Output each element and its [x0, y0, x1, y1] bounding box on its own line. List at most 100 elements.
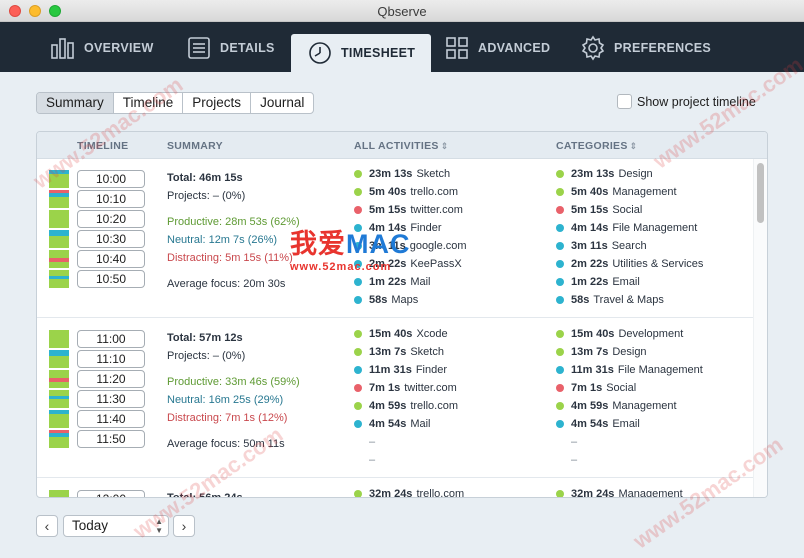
category-item[interactable]: 4m 14s File Management	[556, 222, 697, 234]
sort-icon: ⇕	[629, 141, 638, 151]
next-day-button[interactable]: ›	[173, 515, 195, 537]
activity-item-time: 32m 24s	[369, 488, 413, 498]
activity-item[interactable]: 23m 13s Sketch	[354, 168, 450, 180]
time-slot-button[interactable]: 11:30	[77, 390, 145, 408]
status-dot-icon	[556, 206, 564, 214]
activity-item[interactable]: 5m 40s trello.com	[354, 186, 458, 198]
activity-item[interactable]: 3m 11s google.com	[354, 240, 467, 252]
header-all-activities[interactable]: ALL ACTIVITIES ⇕	[354, 140, 449, 152]
category-item-time: 13m 7s	[571, 346, 609, 358]
time-slot-button[interactable]: 11:10	[77, 350, 145, 368]
segment-projects[interactable]: Projects	[183, 93, 252, 113]
activity-item-time: 58s	[369, 294, 388, 306]
time-slot-button[interactable]: 11:50	[77, 430, 145, 448]
activity-item[interactable]: 1m 22s Mail	[354, 276, 430, 288]
summary-total: Total: 56m 24s	[167, 492, 243, 498]
block-separator	[37, 477, 755, 478]
timeline-bar-segment	[49, 174, 69, 188]
status-dot-icon	[556, 188, 564, 196]
category-item[interactable]: 32m 24s Management	[556, 488, 683, 497]
category-item[interactable]: 23m 13s Design	[556, 168, 653, 180]
category-item[interactable]: 4m 59s Management	[556, 400, 677, 412]
activity-item[interactable]: 58s Maps	[354, 294, 418, 306]
tab-details[interactable]: DETAILS	[186, 34, 275, 62]
activity-item[interactable]: 11m 31s Finder	[354, 364, 447, 376]
activity-item[interactable]: 2m 22s KeePassX	[354, 258, 462, 270]
show-project-timeline-checkbox[interactable]	[617, 94, 632, 109]
timeline-bar	[49, 350, 69, 368]
header-categories[interactable]: CATEGORIES ⇕	[556, 140, 638, 152]
time-slot-button[interactable]: 10:30	[77, 230, 145, 248]
activity-item[interactable]: 5m 15s twitter.com	[354, 204, 463, 216]
category-item-name: File Management	[612, 222, 698, 234]
time-slot-button[interactable]: 12:00	[77, 490, 145, 497]
block-separator	[37, 317, 755, 318]
show-project-timeline-option[interactable]: Show project timeline	[617, 94, 756, 109]
category-item[interactable]: 58s Travel & Maps	[556, 294, 664, 306]
time-slot-button[interactable]: 10:40	[77, 250, 145, 268]
tab-overview[interactable]: OVERVIEW	[50, 34, 154, 62]
activity-item-name: KeePassX	[410, 258, 462, 270]
activity-item[interactable]: 15m 40s Xcode	[354, 328, 448, 340]
time-slot-button[interactable]: 10:00	[77, 170, 145, 188]
timeline-bar	[49, 330, 69, 348]
category-item[interactable]: 2m 22s Utilities & Services	[556, 258, 703, 270]
segment-journal[interactable]: Journal	[251, 93, 313, 113]
status-dot-icon	[556, 242, 564, 250]
category-item[interactable]: 5m 15s Social	[556, 204, 642, 216]
category-item[interactable]: 13m 7s Design	[556, 346, 647, 358]
activity-item-name: Sketch	[410, 346, 444, 358]
category-item[interactable]: 4m 54s Email	[556, 418, 640, 430]
activity-item-time: 4m 54s	[369, 418, 407, 430]
time-slot-button[interactable]: 10:20	[77, 210, 145, 228]
status-dot-icon	[354, 206, 362, 214]
timeline-bar-segment	[49, 490, 69, 497]
activity-item[interactable]: 4m 59s trello.com	[354, 400, 458, 412]
timeline-bar-segment	[49, 250, 69, 258]
date-select[interactable]: Today ▲ ▼	[63, 515, 169, 537]
timeline-bar-segment	[49, 210, 69, 228]
time-slot-button[interactable]: 10:10	[77, 190, 145, 208]
table-header: TIMELINE SUMMARY ALL ACTIVITIES ⇕ CATEGOR…	[37, 132, 767, 159]
activity-item-name: Mail	[410, 418, 431, 430]
summary-neutral: Neutral: 16m 25s (29%)	[167, 394, 284, 406]
status-dot-icon	[556, 402, 564, 410]
timeline-bar-segment	[49, 382, 69, 388]
header-categories-label: CATEGORIES	[556, 140, 628, 152]
time-slot-button[interactable]: 11:00	[77, 330, 145, 348]
time-slot-button[interactable]: 11:20	[77, 370, 145, 388]
tab-timesheet[interactable]: TIMESHEET	[291, 34, 432, 72]
view-segmented-control: Summary Timeline Projects Journal	[36, 92, 315, 114]
vertical-scrollbar[interactable]	[753, 159, 767, 497]
tab-timesheet-label: TIMESHEET	[341, 46, 416, 60]
category-item[interactable]: 3m 11s Search	[556, 240, 647, 252]
category-item-time: 11m 31s	[571, 364, 614, 376]
activity-item-name: twitter.com	[404, 382, 457, 394]
category-item[interactable]: 7m 1s Social	[556, 382, 636, 394]
chevron-updown-icon: ▲ ▼	[155, 517, 163, 535]
timeline-bar	[49, 250, 69, 268]
activity-item[interactable]: 7m 1s twitter.com	[354, 382, 457, 394]
segment-summary[interactable]: Summary	[37, 93, 114, 113]
category-item[interactable]: 5m 40s Management	[556, 186, 677, 198]
category-item[interactable]: 1m 22s Email	[556, 276, 640, 288]
activity-item[interactable]: 32m 24s trello.com	[354, 488, 464, 498]
time-slot-button[interactable]: 10:50	[77, 270, 145, 288]
activity-item-time: 7m 1s	[369, 382, 401, 394]
tab-preferences[interactable]: PREFERENCES	[580, 34, 711, 62]
activity-item[interactable]: 4m 14s Finder	[354, 222, 442, 234]
activity-item[interactable]: 13m 7s Sketch	[354, 346, 444, 358]
scrollbar-thumb[interactable]	[757, 163, 764, 223]
status-dot-icon	[354, 402, 362, 410]
activity-item-name: google.com	[409, 240, 467, 252]
segment-timeline[interactable]: Timeline	[114, 93, 184, 113]
category-item[interactable]: 11m 31s File Management	[556, 364, 703, 376]
clock-icon	[309, 42, 331, 64]
timeline-bar-segment	[49, 414, 69, 428]
previous-day-button[interactable]: ‹	[36, 515, 58, 537]
summary-total: Total: 46m 15s	[167, 172, 243, 184]
tab-advanced[interactable]: ADVANCED	[444, 34, 550, 62]
activity-item[interactable]: 4m 54s Mail	[354, 418, 430, 430]
time-slot-button[interactable]: 11:40	[77, 410, 145, 428]
category-item[interactable]: 15m 40s Development	[556, 328, 683, 340]
